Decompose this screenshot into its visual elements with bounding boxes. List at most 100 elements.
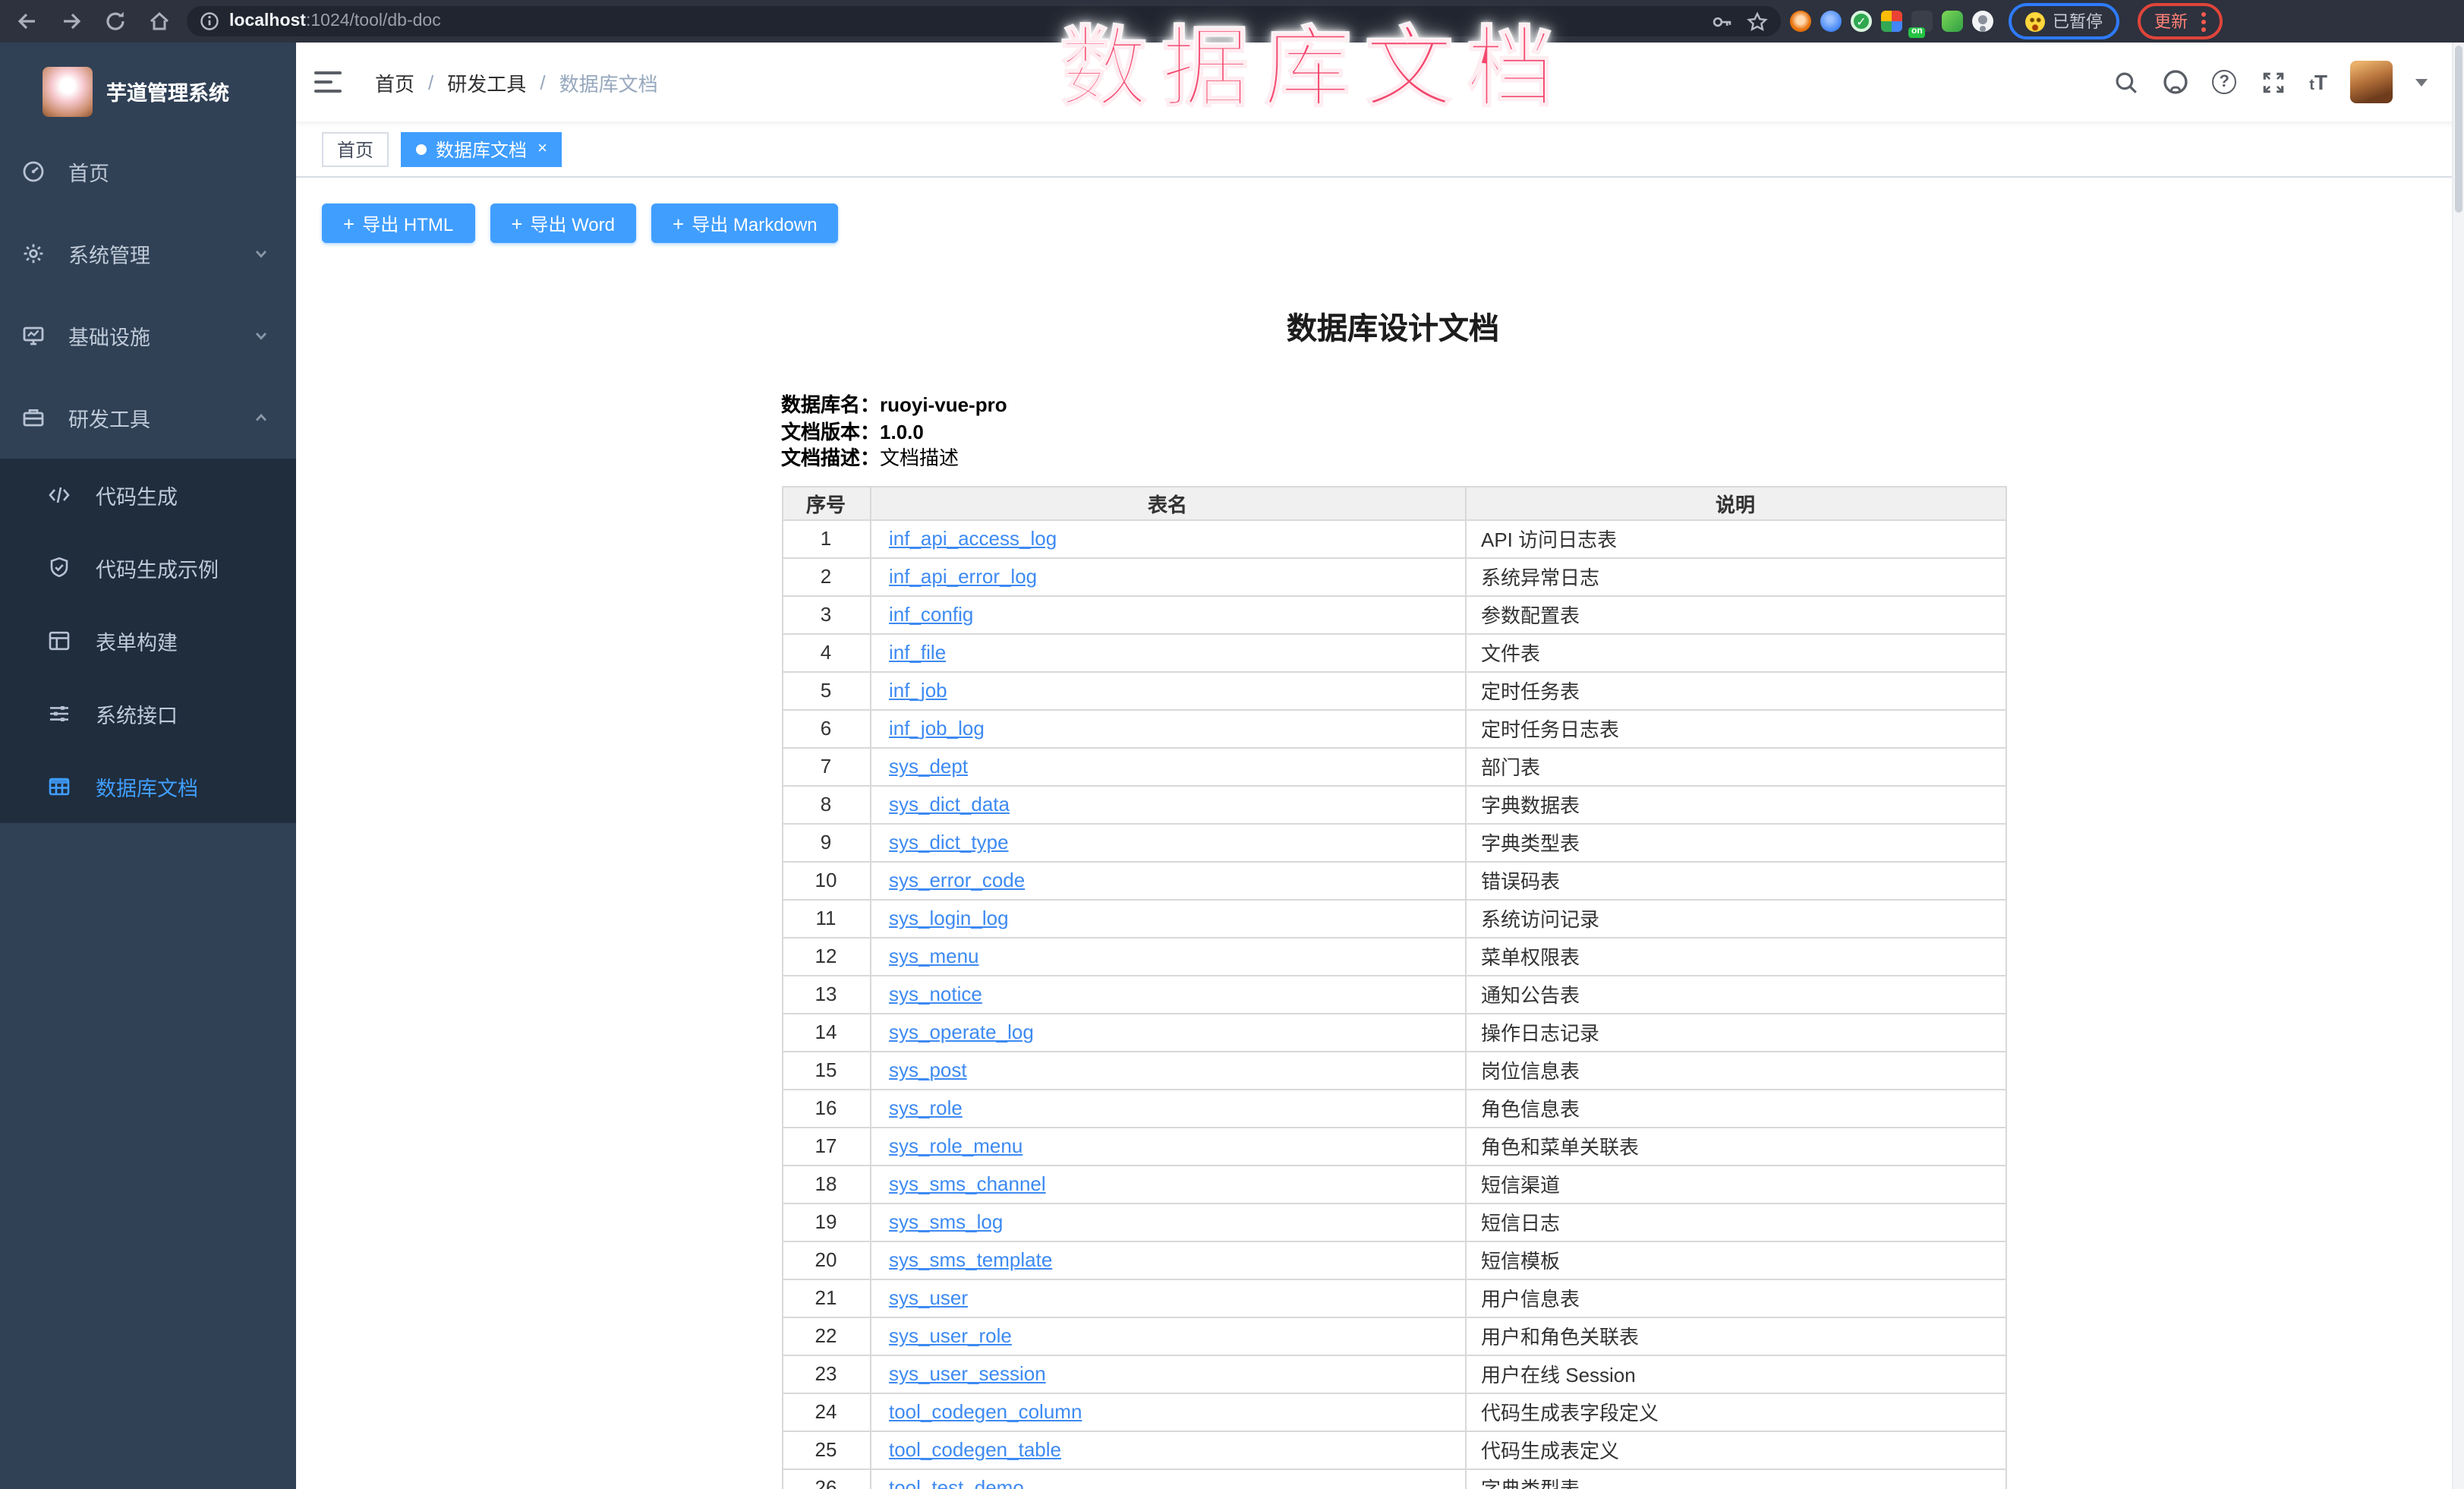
form-icon: [47, 629, 71, 653]
scrollbar-thumb[interactable]: [2455, 46, 2462, 213]
home-icon[interactable]: [147, 9, 172, 33]
extension-on-icon[interactable]: on: [1911, 11, 1933, 32]
emoji-face-icon: [2025, 11, 2045, 31]
extension-green-check-icon[interactable]: ✓: [1851, 11, 1872, 32]
reload-icon[interactable]: [103, 9, 128, 33]
table-description: 菜单权限表: [1465, 937, 2006, 975]
table-name-link[interactable]: inf_job_log: [889, 717, 985, 740]
extension-profile-icon[interactable]: [1972, 11, 1993, 32]
sidebar-item-devtools[interactable]: 研发工具: [0, 377, 296, 459]
row-index: 23: [782, 1355, 870, 1393]
sidebar-item-codegen-demo[interactable]: 代码生成示例: [0, 532, 296, 604]
table-name-link[interactable]: sys_sms_channel: [889, 1172, 1046, 1195]
table-name-link[interactable]: sys_login_log: [889, 907, 1009, 929]
page-scrollbar[interactable]: [2452, 43, 2464, 1489]
table-name-link[interactable]: sys_error_code: [889, 869, 1025, 891]
sidebar-item-label: 系统接口: [96, 699, 178, 729]
table-row: 4 inf_file 文件表: [782, 633, 2006, 671]
export-html-button[interactable]: + 导出 HTML: [322, 203, 474, 243]
chrome-update-button[interactable]: 更新: [2138, 3, 2223, 39]
browser-menu-icon[interactable]: [2201, 11, 2206, 31]
back-icon[interactable]: [15, 9, 39, 33]
font-size-icon[interactable]: tT: [2309, 70, 2327, 94]
table-name-link[interactable]: inf_file: [889, 641, 946, 664]
table-name-link[interactable]: sys_user_role: [889, 1324, 1012, 1347]
table-name-link[interactable]: sys_role_menu: [889, 1134, 1022, 1157]
sidebar-item-api[interactable]: 系统接口: [0, 677, 296, 750]
table-description: 角色信息表: [1465, 1089, 2006, 1127]
password-key-icon[interactable]: [1711, 10, 1734, 33]
plus-icon: +: [343, 213, 354, 233]
sidebar-item-label: 代码生成: [96, 480, 178, 510]
table-name-link[interactable]: sys_sms_template: [889, 1248, 1052, 1271]
table-row: 15 sys_post 岗位信息表: [782, 1051, 2006, 1089]
chevron-down-icon: [254, 246, 269, 261]
github-icon[interactable]: [2162, 68, 2189, 96]
forward-icon[interactable]: [59, 9, 83, 33]
sidebar-item-label: 研发工具: [68, 402, 150, 433]
table-name-link[interactable]: sys_role: [889, 1096, 963, 1119]
extension-green-icon[interactable]: [1942, 11, 1963, 32]
table-name-link[interactable]: tool_codegen_column: [889, 1400, 1082, 1423]
sidebar-item-system[interactable]: 系统管理: [0, 213, 296, 295]
help-icon[interactable]: ?: [2212, 70, 2236, 94]
chevron-up-icon: [254, 410, 269, 425]
extension-blue-icon[interactable]: [1820, 11, 1842, 32]
tag-home[interactable]: 首页: [322, 132, 389, 167]
sidebar-item-form-builder[interactable]: 表单构建: [0, 604, 296, 677]
paused-extension-chip[interactable]: 已暂停: [2009, 3, 2119, 39]
table-name-link[interactable]: inf_job: [889, 679, 947, 702]
tag-db-doc[interactable]: 数据库文档 ×: [401, 132, 562, 167]
table-name-link[interactable]: tool_codegen_table: [889, 1438, 1061, 1461]
meta-db-name: 数据库名：ruoyi-vue-pro: [781, 392, 2005, 418]
table-description: 角色和菜单关联表: [1465, 1127, 2006, 1165]
sidebar-toggle-icon[interactable]: [314, 71, 342, 93]
button-label: 导出 Word: [530, 210, 615, 236]
table-name-link[interactable]: sys_notice: [889, 983, 982, 1005]
extension-orange-icon[interactable]: [1790, 11, 1811, 32]
table-name-link[interactable]: inf_api_error_log: [889, 565, 1037, 588]
row-index: 3: [782, 595, 870, 633]
row-index: 16: [782, 1089, 870, 1127]
monitor-icon: [21, 323, 46, 348]
breadcrumb-home[interactable]: 首页: [375, 68, 414, 96]
table-row: 1 inf_api_access_log API 访问日志表: [782, 519, 2006, 557]
table-name-link[interactable]: sys_sms_log: [889, 1210, 1003, 1233]
sidebar-item-db-doc[interactable]: 数据库文档: [0, 750, 296, 823]
table-name-link[interactable]: inf_config: [889, 603, 973, 626]
table-name-link[interactable]: sys_menu: [889, 945, 979, 967]
sidebar-item-infra[interactable]: 基础设施: [0, 295, 296, 377]
table-row: 23 sys_user_session 用户在线 Session: [782, 1355, 2006, 1393]
fullscreen-icon[interactable]: [2259, 68, 2286, 96]
tag-label: 数据库文档: [436, 137, 527, 162]
export-word-button[interactable]: + 导出 Word: [490, 203, 636, 243]
row-index: 8: [782, 785, 870, 823]
bookmark-star-icon[interactable]: [1746, 10, 1769, 33]
table-name-link[interactable]: sys_dict_data: [889, 793, 1010, 815]
sidebar-item-label: 数据库文档: [96, 771, 198, 802]
table-name-link[interactable]: sys_operate_log: [889, 1021, 1034, 1043]
table-name-link[interactable]: sys_post: [889, 1058, 967, 1081]
avatar[interactable]: [2350, 61, 2393, 103]
table-name-link[interactable]: sys_user: [889, 1286, 968, 1309]
export-markdown-button[interactable]: + 导出 Markdown: [651, 203, 839, 243]
table-name-link[interactable]: sys_dept: [889, 755, 968, 778]
table-description: 用户在线 Session: [1465, 1355, 2006, 1393]
site-info-icon[interactable]: [199, 11, 220, 32]
update-label: 更新: [2154, 9, 2188, 33]
table-name-link[interactable]: sys_dict_type: [889, 831, 1009, 853]
close-tag-icon[interactable]: ×: [537, 141, 547, 158]
extension-grid-icon[interactable]: [1881, 11, 1902, 32]
table-name-link[interactable]: sys_user_session: [889, 1362, 1046, 1385]
table-name-link[interactable]: tool_test_demo: [889, 1476, 1024, 1489]
table-row: 17 sys_role_menu 角色和菜单关联表: [782, 1127, 2006, 1165]
user-menu-caret-icon[interactable]: [2415, 78, 2428, 86]
search-icon[interactable]: [2112, 68, 2139, 96]
table-description: 短信日志: [1465, 1203, 2006, 1241]
code-icon: [47, 483, 71, 507]
sidebar-item-codegen[interactable]: 代码生成: [0, 459, 296, 532]
sidebar-item-home[interactable]: 首页: [0, 131, 296, 213]
table-name-link[interactable]: inf_api_access_log: [889, 527, 1057, 550]
table-description: 错误码表: [1465, 861, 2006, 899]
table-description: 代码生成表字段定义: [1465, 1393, 2006, 1431]
